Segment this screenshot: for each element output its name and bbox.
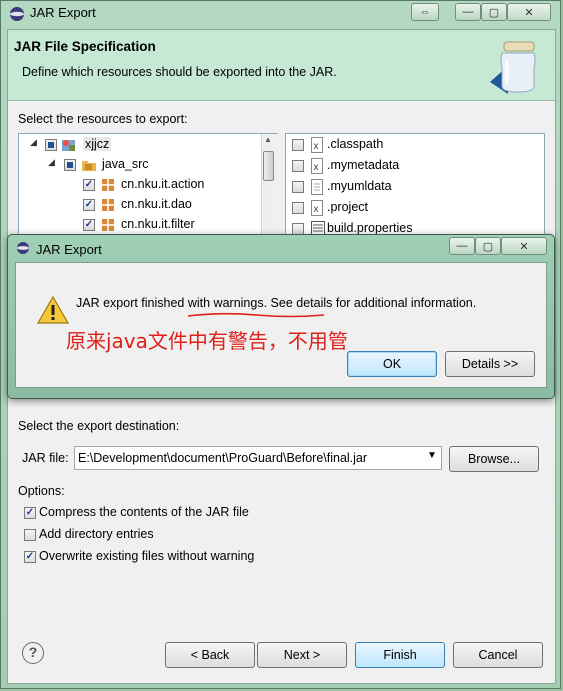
tree-row-action[interactable]: ✓ cn.nku.it.action [20,175,260,195]
file-label: .classpath [327,137,384,151]
destination-label: Select the export destination: [18,419,180,433]
file-row-myumldata[interactable]: .myumldata [289,177,539,197]
tree-label-dao: cn.nku.it.dao [121,197,192,211]
file-label: .project [327,200,368,214]
file-label: .mymetadata [327,158,400,172]
annotation-text: 原来java文件中有警告，不用管 [66,329,348,353]
scroll-up-icon[interactable]: ▲ [264,135,272,144]
tree-row-filter[interactable]: ✓ cn.nku.it.filter [20,215,260,235]
dialog-minimize-button[interactable]: — [449,237,475,255]
x-file-icon: x [311,200,323,216]
file-checkbox[interactable] [292,181,304,193]
scroll-thumb[interactable] [263,151,274,181]
dialog-message: JAR export finished with warnings. See d… [76,296,477,310]
project-icon [62,140,75,151]
tree-label-xjjcz: xjjcz [83,137,112,151]
jar-file-label: JAR file: [22,451,69,465]
file-checkbox[interactable] [292,202,304,214]
dialog-close-button[interactable]: ✕ [501,237,547,255]
window-title: JAR Export [30,5,96,20]
close-button[interactable]: ✕ [507,3,551,21]
svg-text:x: x [314,141,319,152]
option-label: Overwrite existing files without warning [39,549,255,563]
option-overwrite[interactable]: ✓ Overwrite existing files without warni… [22,548,322,566]
tree-row-dao[interactable]: ✓ cn.nku.it.dao [20,195,260,215]
maximize-button[interactable]: ▢ [481,3,507,21]
dialog-maximize-button[interactable]: ▢ [475,237,501,255]
properties-file-icon [311,221,325,235]
red-underline [187,312,325,318]
tree-row-xjjcz[interactable]: ◢ xjjcz [20,135,260,155]
tree-label-java-src: java_src [102,157,149,171]
text-file-icon [311,179,323,195]
jar-file-combo[interactable]: E:\Development\document\ProGuard\Before\… [74,446,442,470]
option-checkbox[interactable] [24,529,36,541]
back-button[interactable]: < Back [165,642,255,668]
eclipse-icon [10,7,24,21]
next-button[interactable]: Next > [257,642,347,668]
file-label: .myumldata [327,179,392,193]
jar-icon [490,41,536,94]
details-button[interactable]: Details >> [445,351,535,377]
file-row-mymetadata[interactable]: x .mymetadata [289,156,539,176]
file-checkbox[interactable] [292,139,304,151]
expand-arrow-icon[interactable]: ◢ [30,137,37,148]
option-directory-entries[interactable]: Add directory entries [22,526,322,544]
chevron-down-icon[interactable]: ▼ [427,450,437,461]
options-label: Options: [18,484,65,498]
file-row-project[interactable]: x .project [289,198,539,218]
option-label: Add directory entries [39,527,154,541]
resources-label: Select the resources to export: [18,112,188,126]
option-label: Compress the contents of the JAR file [39,505,249,519]
option-checkbox[interactable]: ✓ [24,507,36,519]
tree-scrollbar[interactable] [261,134,278,238]
file-checkbox[interactable] [292,160,304,172]
tree-row-java-src[interactable]: ◢ java_src [20,155,260,175]
banner-description: Define which resources should be exporte… [22,65,337,79]
option-checkbox[interactable]: ✓ [24,551,36,563]
banner-title: JAR File Specification [14,39,156,54]
help-icon[interactable]: ? [22,642,44,664]
tree-checkbox[interactable]: ✓ [83,219,95,231]
option-compress[interactable]: ✓ Compress the contents of the JAR file [22,504,322,522]
eclipse-icon [17,242,29,254]
minimize-button[interactable]: — [455,3,481,21]
x-file-icon: x [311,158,323,174]
tree-checkbox[interactable] [45,139,57,151]
browse-button[interactable]: Browse... [449,446,539,472]
ok-button[interactable]: OK [347,351,437,377]
expand-arrow-icon[interactable]: ◢ [48,157,55,168]
svg-text:x: x [314,162,319,173]
tree-checkbox[interactable]: ✓ [83,199,95,211]
package-icon [102,199,114,211]
switch-button[interactable]: ⇔ [411,3,439,21]
source-folder-icon [82,161,96,171]
x-file-icon: x [311,137,323,153]
finish-button[interactable]: Finish [355,642,445,668]
tree-label-action: cn.nku.it.action [121,177,205,191]
tree-label-filter: cn.nku.it.filter [121,217,195,231]
dialog-title: JAR Export [36,242,102,257]
file-label: build.properties [327,221,413,235]
warning-icon [37,295,69,324]
tree-checkbox[interactable] [64,159,76,171]
tree-checkbox[interactable]: ✓ [83,179,95,191]
file-row-classpath[interactable]: x .classpath [289,135,539,155]
jar-file-value: E:\Development\document\ProGuard\Before\… [78,451,368,465]
package-icon [102,179,114,191]
cancel-button[interactable]: Cancel [453,642,543,668]
package-icon [102,219,114,231]
svg-text:x: x [314,204,319,215]
